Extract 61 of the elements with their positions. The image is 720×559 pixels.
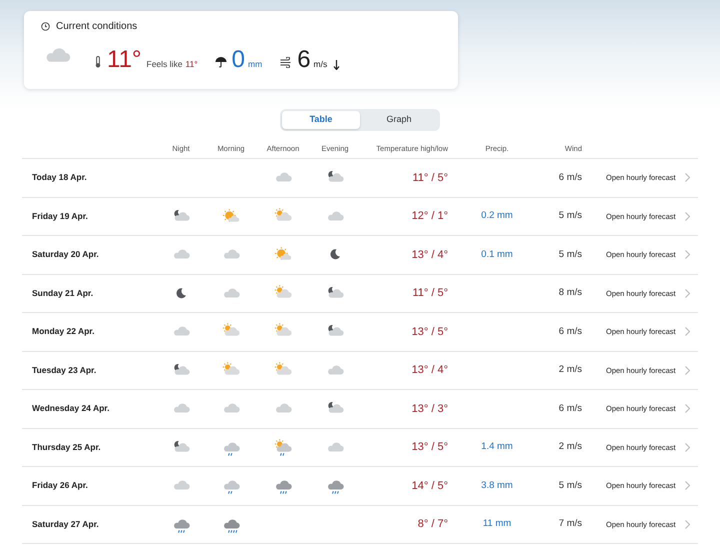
wind-icon <box>280 57 292 68</box>
card-title: Current conditions <box>56 20 138 34</box>
precipitation-amount: 11 mm <box>482 517 512 532</box>
wind-speed: 2 m/s <box>558 363 582 378</box>
wind-speed: 7 m/s <box>558 517 582 532</box>
day-label: Today 18 Apr. <box>32 171 88 184</box>
precipitation-amount: 3.8 mm <box>481 478 513 493</box>
clock-icon <box>41 22 50 31</box>
wind-speed: 2 m/s <box>558 440 582 454</box>
wind-speed: 8 m/s <box>558 286 582 300</box>
day-label: Monday 22 Apr. <box>32 325 96 338</box>
thermometer-icon <box>95 56 101 68</box>
down-arrow-icon <box>333 60 340 70</box>
temperature-range: 14° / 5° <box>410 478 448 494</box>
temperature-range: 12° / 1° <box>410 209 448 224</box>
temperature-range: 11° / 5° <box>411 286 448 301</box>
temperature-range: 13° / 5° <box>410 324 448 340</box>
temperature-range: 13° / 3° <box>410 402 448 416</box>
precipitation-unit: mm <box>248 58 262 70</box>
feels-like-label: Feels like <box>146 58 182 70</box>
precipitation-amount: 1.4 mm <box>481 440 513 454</box>
chevron-right-icon <box>684 481 690 490</box>
precipitation-amount: 0.2 mm <box>481 209 513 224</box>
chevron-right-icon <box>684 212 690 221</box>
wind-speed: 5 m/s <box>558 209 582 224</box>
day-label: Friday 26 Apr. <box>32 479 89 492</box>
wind-speed: 6 m/s <box>558 324 582 339</box>
feels-like-value: 11° <box>185 58 198 70</box>
chevron-right-icon <box>684 366 690 375</box>
chevron-right-icon <box>684 327 690 336</box>
day-label: Friday 19 Apr. <box>32 210 89 223</box>
chevron-right-icon <box>684 404 690 414</box>
sun-rain-cloud-icon <box>273 438 293 456</box>
chevron-right-icon <box>684 173 690 182</box>
temperature-range: 8° / 7° <box>416 517 448 532</box>
wind-speed: 5 m/s <box>558 478 582 493</box>
wind-speed: 6 m/s <box>558 170 582 185</box>
day-label: Saturday 20 Apr. <box>32 248 100 262</box>
day-label: Tuesday 23 Apr. <box>32 364 98 377</box>
temperature-range: 13° / 4° <box>410 248 448 262</box>
umbrella-icon <box>214 56 227 68</box>
day-label: Wednesday 24 Apr. <box>32 402 110 416</box>
chevron-right-icon <box>684 520 690 529</box>
temperature-range: 13° / 5° <box>410 440 448 455</box>
precipitation-amount: 0.1 mm <box>481 248 513 262</box>
chevron-right-icon <box>684 250 690 260</box>
day-label: Sunday 21 Apr. <box>32 286 94 300</box>
view-tab[interactable]: Graph <box>360 111 438 129</box>
chevron-right-icon <box>684 442 690 452</box>
precipitation-value: 0 <box>232 47 246 74</box>
temperature-value: 11° <box>107 47 142 74</box>
wind-speed: 5 m/s <box>558 248 582 262</box>
wind-speed-value: 6 <box>297 47 311 74</box>
day-label: Saturday 27 Apr. <box>32 518 100 531</box>
wind-speed-unit: m/s <box>314 58 328 70</box>
temperature-range: 11° / 5° <box>411 170 448 186</box>
temperature-range: 13° / 4° <box>410 363 448 378</box>
wind-speed: 6 m/s <box>558 402 582 416</box>
chevron-right-icon <box>684 288 690 298</box>
view-tab[interactable]: Table <box>282 111 360 129</box>
day-label: Thursday 25 Apr. <box>32 440 102 454</box>
